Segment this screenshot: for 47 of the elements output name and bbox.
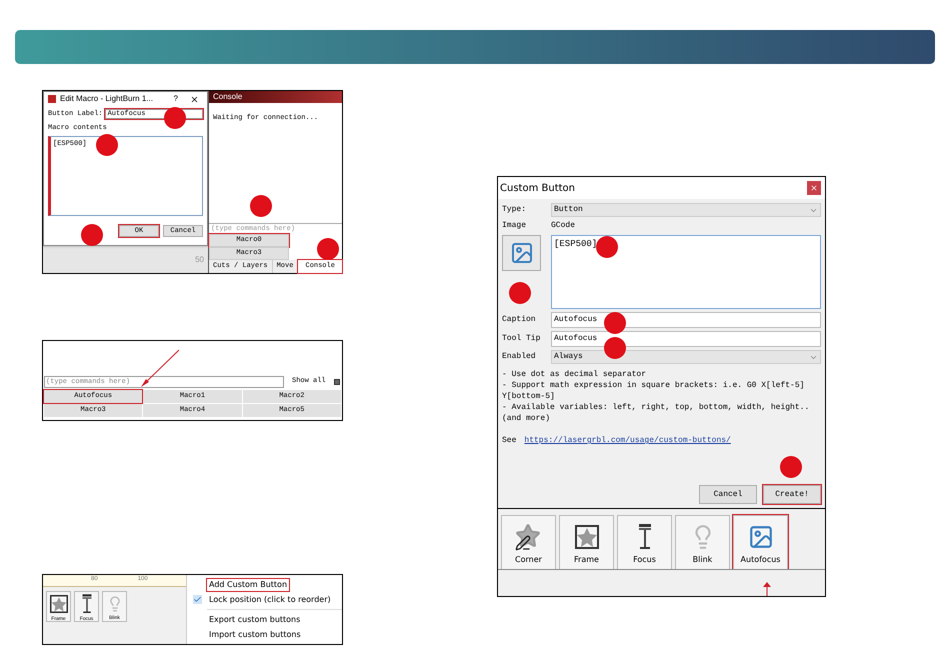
help-link[interactable]: https://lasergrbl.com/usage/custom-buttons/	[524, 435, 731, 447]
image-button[interactable]	[502, 235, 541, 271]
checkbox[interactable]	[334, 378, 340, 384]
menu-item[interactable]: Lock position (click to reorder)	[207, 594, 333, 606]
field-label: Caption	[502, 314, 537, 326]
gcode-field[interactable]: [ESP500]	[551, 235, 821, 309]
image-icon	[748, 524, 774, 550]
enabled-dropdown[interactable]: Always	[551, 350, 821, 364]
field-label: GCode	[551, 220, 576, 232]
help-text: - Available variables: left, right, top, bottom, width, height.. (and more)	[502, 402, 810, 424]
tool-button[interactable]: Frame	[559, 515, 614, 569]
dialog-button[interactable]: Create!	[763, 485, 821, 504]
callout-marker	[509, 282, 531, 304]
dialog-button[interactable]: Cancel	[699, 485, 757, 504]
app-icon	[48, 95, 56, 103]
field-label: Enabled	[502, 351, 537, 363]
pointer-arrow	[139, 349, 181, 389]
see-label: See	[502, 435, 516, 447]
type-dropdown[interactable]: Button	[551, 203, 821, 217]
tool-button[interactable]: Corner	[501, 515, 556, 569]
close-icon[interactable]	[190, 94, 199, 104]
frame-tool-icon	[572, 523, 600, 551]
dialog-title: Custom Button	[500, 182, 575, 196]
dialog-title: Edit Macro - LightBurn 1...	[60, 93, 154, 105]
callout-marker	[780, 456, 802, 478]
image-icon	[510, 241, 534, 265]
pointer-arrow	[763, 582, 771, 596]
field-label: Image	[502, 220, 528, 232]
field-label: Tool Tip	[502, 333, 542, 345]
menu-item[interactable]: Add Custom Button	[207, 578, 290, 590]
text-field[interactable]: Autofocus	[551, 331, 821, 347]
tool-button[interactable]: Autofocus	[733, 515, 788, 569]
tool-button[interactable]: Focus	[617, 515, 672, 569]
help-button[interactable]: ?	[166, 93, 186, 105]
close-icon	[810, 184, 818, 192]
help-text: - Support math expression in square brackets: i.e. G0 X[left-5] Y[bottom-5]	[502, 380, 806, 402]
star-pen-icon	[514, 523, 542, 551]
menu-item[interactable]: Import custom buttons	[207, 628, 303, 640]
help-text: - Use dot as decimal separator	[502, 369, 648, 380]
ruler-number: 50	[195, 254, 204, 266]
tool-button[interactable]: Blink	[675, 515, 730, 569]
text-field[interactable]: Autofocus	[551, 312, 821, 328]
field-label: Type:	[502, 204, 528, 216]
console-title: Console	[209, 91, 342, 103]
menu-item[interactable]: Export custom buttons	[207, 614, 302, 626]
close-button[interactable]	[807, 181, 821, 195]
frame-tool-icon	[48, 594, 69, 614]
